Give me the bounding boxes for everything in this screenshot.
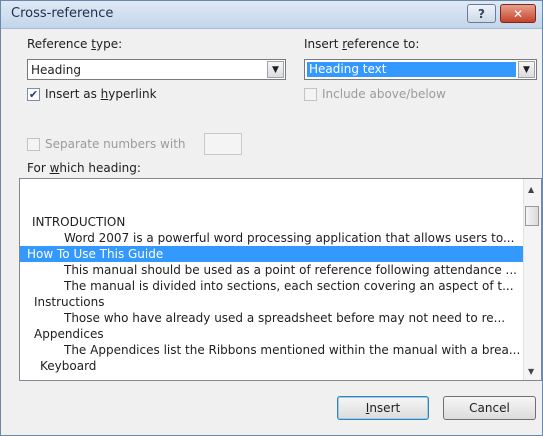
insert-reference-to-value: Heading text — [307, 62, 516, 77]
heading-list-item[interactable]: INTRODUCTION — [20, 214, 523, 230]
scroll-down-icon[interactable]: ▼ — [528, 367, 534, 376]
reference-type-value: Heading — [31, 63, 81, 77]
heading-list-item[interactable]: Keyboard — [20, 358, 531, 374]
checkmark-icon: ✔ — [28, 88, 39, 101]
scroll-thumb[interactable] — [525, 206, 539, 226]
separate-numbers-label: Separate numbers with — [45, 137, 186, 151]
reference-type-dropdown[interactable]: Heading ▼ — [27, 59, 286, 80]
close-button[interactable]: ✕ — [500, 4, 536, 23]
help-icon: ? — [478, 6, 485, 21]
heading-list-item[interactable]: The manual is divided into sections, eac… — [20, 278, 523, 294]
insert-button[interactable]: Insert — [337, 396, 429, 420]
heading-list-item[interactable]: The Appendices list the Ribbons mentione… — [20, 342, 523, 358]
insert-as-hyperlink-label[interactable]: Insert as hyperlink — [45, 87, 157, 101]
help-button[interactable]: ? — [467, 4, 496, 23]
reference-type-label: Reference type: — [27, 37, 123, 51]
heading-list[interactable]: INTRODUCTION Word 2007 is a powerful word… — [19, 178, 542, 381]
separator-input[interactable] — [204, 133, 242, 155]
title-bar[interactable]: Cross-reference ? ✕ — [1, 1, 542, 29]
scroll-up-icon[interactable]: ▲ — [528, 185, 534, 194]
heading-list-item[interactable]: Those who have already used a spreadshee… — [20, 310, 523, 326]
vertical-scrollbar[interactable]: ▲ ▼ — [523, 179, 541, 380]
heading-list-item[interactable]: Appendices — [20, 326, 525, 342]
include-above-below-checkbox[interactable] — [304, 88, 317, 101]
insert-reference-to-label: Insert reference to: — [304, 37, 420, 51]
heading-list-item[interactable]: Word 2007 is a powerful word processing … — [20, 230, 523, 246]
insert-reference-to-dropdown[interactable]: Heading text ▼ — [304, 59, 537, 80]
dialog-title: Cross-reference — [11, 6, 114, 21]
dropdown-arrow-icon[interactable]: ▼ — [267, 61, 284, 78]
separate-numbers-checkbox[interactable] — [27, 138, 40, 151]
dropdown-arrow-icon[interactable]: ▼ — [518, 61, 535, 78]
heading-list-item[interactable]: This manual should be used as a point of… — [20, 262, 523, 278]
for-which-heading-label: For which heading: — [27, 161, 141, 175]
insert-as-hyperlink-checkbox[interactable]: ✔ — [27, 88, 40, 101]
cancel-button[interactable]: Cancel — [443, 396, 536, 420]
heading-list-item[interactable]: Instructions — [20, 294, 525, 310]
close-icon: ✕ — [512, 6, 524, 21]
heading-list-item-selected[interactable]: How To Use This Guide — [20, 246, 523, 262]
include-above-below-label: Include above/below — [322, 87, 446, 101]
